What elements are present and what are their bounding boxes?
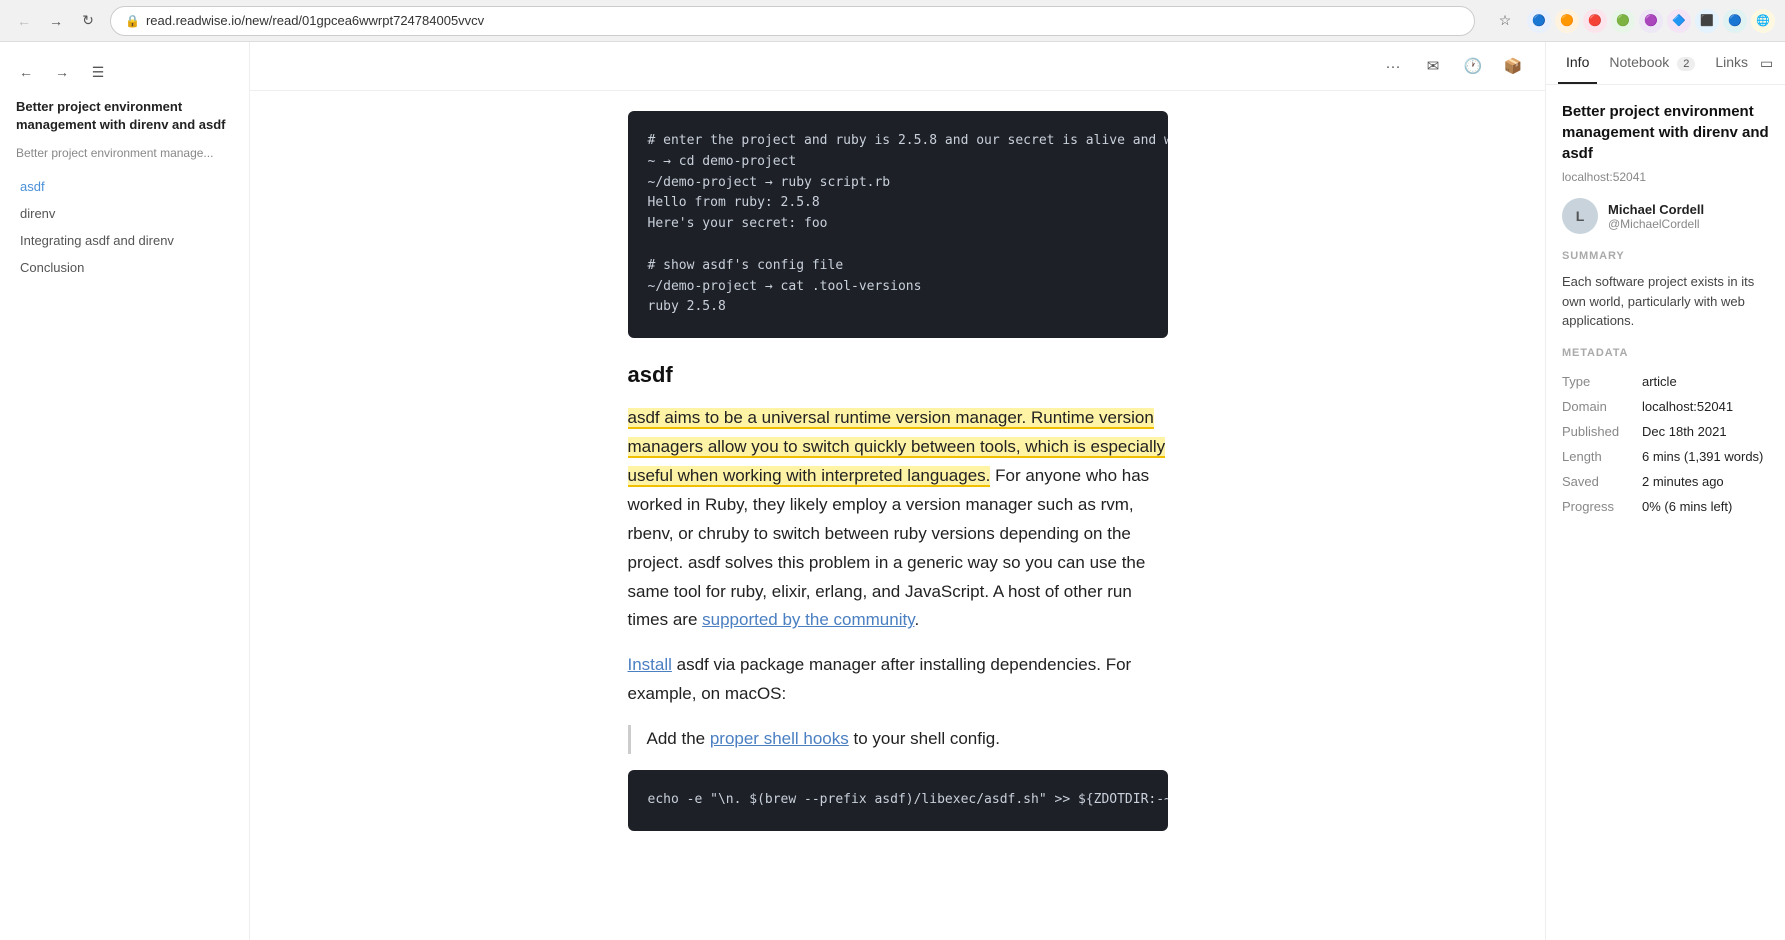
saved-label: Saved [1562,469,1642,494]
toolbar-mail-button[interactable]: ✉ [1417,50,1449,82]
content-body: # enter the project and ruby is 2.5.8 an… [588,91,1208,895]
code-text-1: # enter the project and ruby is 2.5.8 an… [648,131,1148,318]
install-paragraph: Install asdf via package manager after i… [628,651,1168,709]
main-paragraph: asdf aims to be a universal runtime vers… [628,404,1168,635]
toolbar-archive-button[interactable]: 📦 [1497,50,1529,82]
section-heading-asdf: asdf [628,362,1168,388]
install-para-rest: asdf via package manager after installin… [628,655,1132,703]
metadata-row-saved: Saved 2 minutes ago [1562,469,1769,494]
metadata-row-published: Published Dec 18th 2021 [1562,419,1769,444]
code-text-2: echo -e "\n. $(brew --prefix asdf)/libex… [648,790,1148,811]
metadata-row-domain: Domain localhost:52041 [1562,394,1769,419]
blockquote: Add the proper shell hooks to your shell… [628,725,1168,754]
code-block-1: # enter the project and ruby is 2.5.8 an… [628,111,1168,338]
community-link[interactable]: supported by the community [702,610,914,629]
saved-value: 2 minutes ago [1642,469,1769,494]
sidebar-article-title: Better project environment management wi… [0,98,249,146]
code-block-2: echo -e "\n. $(brew --prefix asdf)/libex… [628,770,1168,831]
author-info: Michael Cordell @MichaelCordell [1608,202,1704,231]
tab-info[interactable]: Info [1558,42,1597,84]
published-value: Dec 18th 2021 [1642,419,1769,444]
toc-item-conclusion[interactable]: Conclusion [16,257,233,278]
forward-button[interactable]: → [42,7,70,35]
metadata-row-length: Length 6 mins (1,391 words) [1562,444,1769,469]
main-layout: ← → ☰ Better project environment managem… [0,42,1785,940]
paragraph-end: . [914,610,919,629]
info-sidebar-toggle[interactable]: ▭ [1760,49,1773,77]
author-handle: @MichaelCordell [1608,217,1704,231]
toolbar-history-button[interactable]: 🕐 [1457,50,1489,82]
ext-icon-8[interactable]: 🔵 [1723,9,1747,33]
table-of-contents: asdf direnv Integrating asdf and direnv … [0,176,249,278]
refresh-button[interactable]: ↻ [74,7,102,35]
summary-label: SUMMARY [1562,250,1769,262]
sidebar-subtitle: Better project environment manage... [0,146,249,176]
tab-links[interactable]: Links [1707,42,1756,84]
browser-actions: ☆ [1491,7,1519,35]
url-text: read.readwise.io/new/read/01gpcea6wwrpt7… [146,13,484,28]
length-value: 6 mins (1,391 words) [1642,444,1769,469]
ext-icon-2[interactable]: 🟠 [1555,9,1579,33]
sidebar-controls: ← → ☰ [0,58,249,98]
sidebar-forward-button[interactable]: → [48,58,76,86]
toolbar-ellipsis-button[interactable]: ··· [1377,50,1409,82]
ext-icon-1[interactable]: 🔵 [1527,9,1551,33]
nav-buttons: ← → ↻ [10,7,102,35]
length-label: Length [1562,444,1642,469]
sidebar-back-button[interactable]: ← [12,58,40,86]
ext-icon-9[interactable]: 🌐 [1751,9,1775,33]
author-row: L Michael Cordell @MichaelCordell [1562,198,1769,234]
author-avatar: L [1562,198,1598,234]
summary-text: Each software project exists in its own … [1562,272,1769,331]
ext-icon-5[interactable]: 🟣 [1639,9,1663,33]
bookmark-button[interactable]: ☆ [1491,7,1519,35]
paragraph-continuation: For anyone who has worked in Ruby, they … [628,466,1150,629]
back-button[interactable]: ← [10,7,38,35]
shell-hooks-link[interactable]: proper shell hooks [710,729,849,748]
toc-item-asdf[interactable]: asdf [16,176,233,197]
progress-value: 0% (6 mins left) [1642,494,1769,519]
author-name: Michael Cordell [1608,202,1704,217]
blockquote-start: Add the [647,729,710,748]
info-article-title: Better project environment management wi… [1562,101,1769,164]
notebook-badge: 2 [1677,57,1695,71]
blockquote-end: to your shell config. [849,729,1000,748]
published-label: Published [1562,419,1642,444]
toc-item-integrating[interactable]: Integrating asdf and direnv [16,230,233,251]
ext-icon-4[interactable]: 🟢 [1611,9,1635,33]
install-link[interactable]: Install [628,655,672,674]
sidebar: ← → ☰ Better project environment managem… [0,42,250,940]
ext-icon-3[interactable]: 🔴 [1583,9,1607,33]
metadata-label: METADATA [1562,347,1769,359]
metadata-row-type: Type article [1562,369,1769,394]
ext-icon-7[interactable]: ⬛ [1695,9,1719,33]
domain-label: Domain [1562,394,1642,419]
sidebar-toggle-button[interactable]: ☰ [84,58,112,86]
info-tabs: Info Notebook 2 Links ▭ [1546,42,1785,85]
lock-icon: 🔒 [125,14,140,28]
browser-chrome: ← → ↻ 🔒 read.readwise.io/new/read/01gpce… [0,0,1785,42]
type-label: Type [1562,369,1642,394]
info-panel: Info Notebook 2 Links ▭ Better project e… [1545,42,1785,940]
extension-icons: 🔵 🟠 🔴 🟢 🟣 🔷 ⬛ 🔵 🌐 [1527,9,1775,33]
info-url: localhost:52041 [1562,170,1769,184]
type-value: article [1642,369,1769,394]
metadata-row-progress: Progress 0% (6 mins left) [1562,494,1769,519]
tab-notebook[interactable]: Notebook 2 [1601,42,1703,84]
progress-label: Progress [1562,494,1642,519]
address-bar[interactable]: 🔒 read.readwise.io/new/read/01gpcea6wwrp… [110,6,1475,36]
ext-icon-6[interactable]: 🔷 [1667,9,1691,33]
domain-value: localhost:52041 [1642,394,1769,419]
content-area[interactable]: ··· ✉ 🕐 📦 # enter the project and ruby i… [250,42,1545,940]
content-toolbar: ··· ✉ 🕐 📦 [250,42,1545,91]
metadata-table: Type article Domain localhost:52041 Publ… [1562,369,1769,519]
toc-item-direnv[interactable]: direnv [16,203,233,224]
info-content: Better project environment management wi… [1546,85,1785,543]
